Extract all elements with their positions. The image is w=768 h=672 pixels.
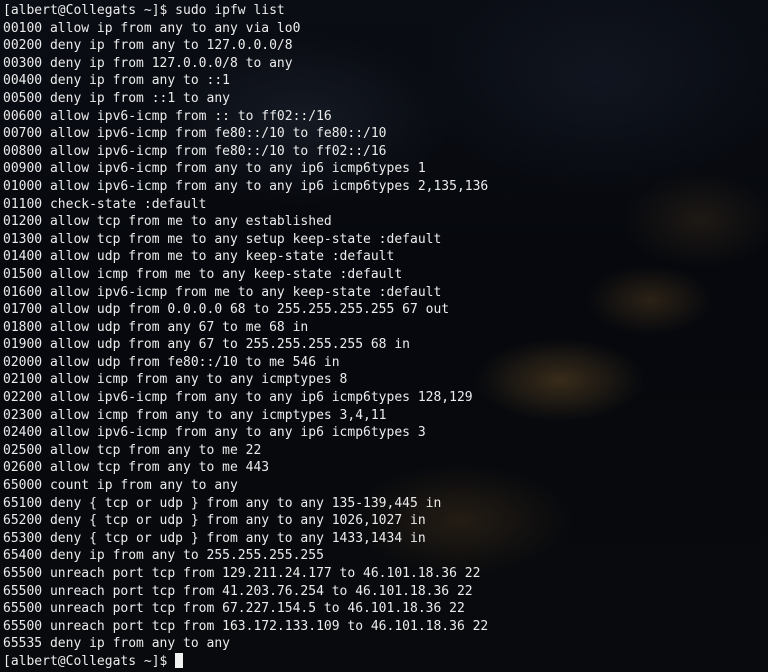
ipfw-rule-line: 01600 allow ipv6-icmp from me to any kee… <box>3 284 442 300</box>
ipfw-rule-line: 01500 allow icmp from me to any keep-sta… <box>3 266 403 282</box>
command-prompt-line: [albert@Collegats ~]$ sudo ipfw list <box>3 3 285 18</box>
ipfw-rule-line: 65500 unreach port tcp from 67.227.154.5… <box>3 601 465 617</box>
ipfw-rule-line: 65000 count ip from any to any <box>3 478 238 494</box>
ipfw-rule-line: 01300 allow tcp from me to any setup kee… <box>3 231 442 247</box>
ipfw-rule-line: 01200 allow tcp from me to any establish… <box>3 214 332 230</box>
terminal-output: 00100 allow ip from any to any via lo0 00… <box>3 20 768 653</box>
ipfw-rule-line: 01900 allow udp from any 67 to 255.255.2… <box>3 337 410 353</box>
ipfw-rule-line: 02500 allow tcp from any to me 22 <box>3 442 262 458</box>
ipfw-rule-line: 02100 allow icmp from any to any icmptyp… <box>3 372 348 388</box>
ipfw-rule-line: 01800 allow udp from any 67 to me 68 in <box>3 319 309 335</box>
text-cursor <box>175 652 184 668</box>
ipfw-rule-line: 65500 unreach port tcp from 41.203.76.25… <box>3 583 473 599</box>
ipfw-rule-line: 01400 allow udp from me to any keep-stat… <box>3 249 395 265</box>
ipfw-rule-line: 02300 allow icmp from any to any icmptyp… <box>3 407 387 423</box>
ipfw-rule-line: 01700 allow udp from 0.0.0.0 68 to 255.2… <box>3 302 450 318</box>
ipfw-rule-line: 00200 deny ip from any to 127.0.0.0/8 <box>3 38 293 54</box>
ipfw-rule-line: 65200 deny { tcp or udp } from any to an… <box>3 513 426 529</box>
active-prompt-line[interactable]: [albert@Collegats ~]$ <box>3 652 768 671</box>
ipfw-rule-line: 00500 deny ip from ::1 to any <box>3 90 230 106</box>
ipfw-rule-line: 00400 deny ip from any to ::1 <box>3 73 230 89</box>
ipfw-rule-line: 65400 deny ip from any to 255.255.255.25… <box>3 548 324 564</box>
ipfw-rule-line: 02000 allow udp from fe80::/10 to me 546… <box>3 354 340 370</box>
ipfw-rule-line: 65100 deny { tcp or udp } from any to an… <box>3 495 442 511</box>
ipfw-rule-line: 02200 allow ipv6-icmp from any to any ip… <box>3 390 473 406</box>
ipfw-rule-line: 65500 unreach port tcp from 163.172.133.… <box>3 618 489 634</box>
ipfw-rule-line: 65500 unreach port tcp from 129.211.24.1… <box>3 566 481 581</box>
ipfw-rule-line: 65300 deny { tcp or udp } from any to an… <box>3 530 426 546</box>
ipfw-rule-line: 00700 allow ipv6-icmp from fe80::/10 to … <box>3 126 387 142</box>
ipfw-rule-line: 01000 allow ipv6-icmp from any to any ip… <box>3 178 489 194</box>
terminal-window[interactable]: [albert@Collegats ~]$ sudo ipfw list 001… <box>0 0 768 672</box>
ipfw-rule-line: 00900 allow ipv6-icmp from any to any ip… <box>3 161 426 177</box>
prompt-text: [albert@Collegats ~]$ <box>3 653 176 669</box>
ipfw-rule-line: 02400 allow ipv6-icmp from any to any ip… <box>3 425 426 441</box>
ipfw-rule-line: 00800 allow ipv6-icmp from fe80::/10 to … <box>3 143 387 159</box>
ipfw-rule-line: 00600 allow ipv6-icmp from :: to ff02::/… <box>3 108 332 124</box>
ipfw-rule-line: 65535 deny ip from any to any <box>3 636 230 652</box>
ipfw-rule-line: 01100 check-state :default <box>3 196 207 212</box>
ipfw-rule-line: 00300 deny ip from 127.0.0.0/8 to any <box>3 55 293 71</box>
ipfw-rule-line: 00100 allow ip from any to any via lo0 <box>3 20 301 36</box>
ipfw-rule-line: 02600 allow tcp from any to me 443 <box>3 460 270 476</box>
